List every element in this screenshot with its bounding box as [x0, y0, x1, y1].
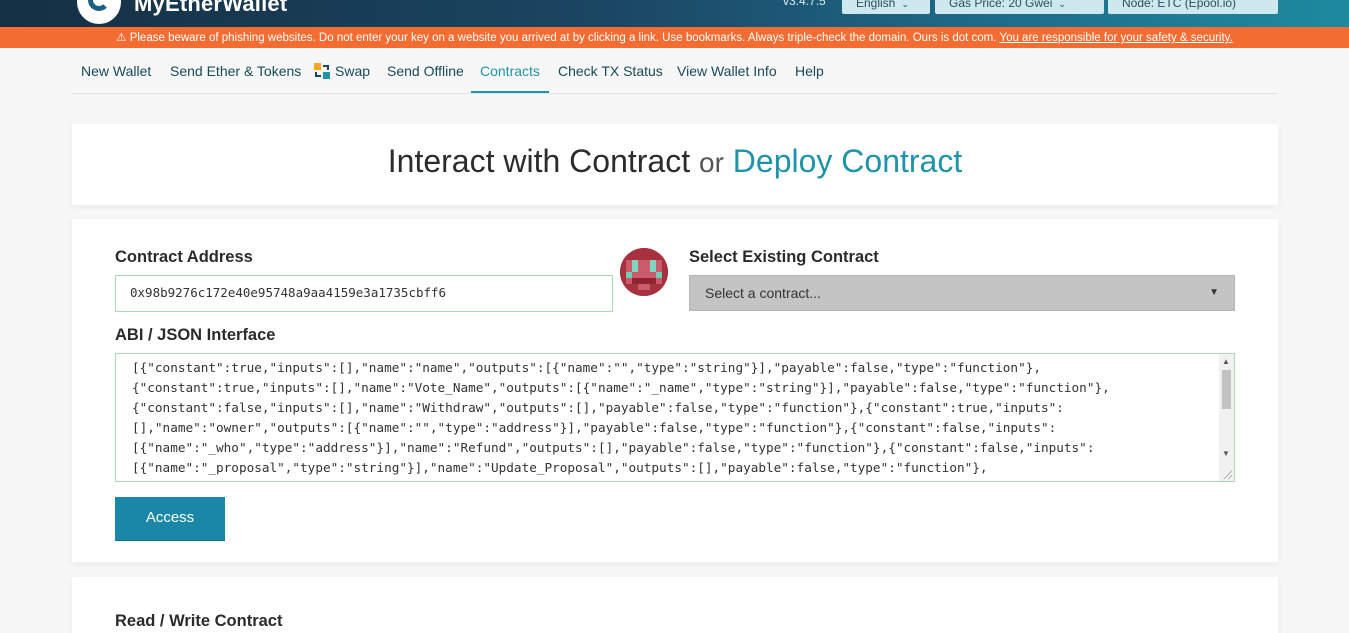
nav-view-wallet-info[interactable]: View Wallet Info [677, 63, 777, 79]
contract-address-label: Contract Address [115, 248, 253, 266]
warning-text: ⚠ Please beware of phishing websites. Do… [116, 32, 997, 44]
language-dropdown[interactable]: English ⌄ [842, 0, 930, 14]
select-contract-label: Select Existing Contract [689, 248, 879, 266]
nav-send-offline[interactable]: Send Offline [387, 63, 464, 79]
nav-help[interactable]: Help [795, 63, 824, 79]
scroll-up-arrow-icon[interactable]: ▲ [1222, 357, 1230, 366]
read-write-card: Read / Write Contract [72, 577, 1278, 633]
active-tab-underline [471, 91, 549, 93]
title-card: Interact with Contract or Deploy Contrac… [72, 124, 1278, 205]
contract-address-input[interactable]: 0x98b9276c172e40e95748a9aa4159e3a1735cbf… [115, 275, 613, 312]
abi-textarea[interactable]: [{"constant":true,"inputs":[],"name":"na… [115, 353, 1235, 482]
nav-send-ether-tokens[interactable]: Send Ether & Tokens [170, 63, 301, 79]
nav-swap-label: Swap [335, 63, 371, 79]
top-header: MyEtherWallet v3.4.7.5 English ⌄ Gas Pric… [0, 0, 1349, 27]
safety-link[interactable]: You are responsible for your safety & se… [999, 32, 1232, 44]
select-contract-dropdown[interactable]: Select a contract... ▼ [689, 275, 1235, 311]
deploy-contract-link[interactable]: Deploy Contract [733, 143, 962, 179]
phishing-warning-banner: ⚠ Please beware of phishing websites. Do… [0, 27, 1349, 48]
logo-icon[interactable] [77, 0, 121, 24]
nav-contracts[interactable]: Contracts [480, 63, 540, 79]
resize-handle-icon[interactable] [1223, 470, 1232, 479]
scroll-thumb[interactable] [1222, 370, 1231, 409]
nav-swap[interactable]: Swap [314, 63, 370, 79]
abi-scrollbar[interactable]: ▲ ▼ [1219, 354, 1234, 481]
chevron-down-icon: ⌄ [1058, 0, 1066, 9]
access-button[interactable]: Access [115, 497, 225, 541]
chevron-down-icon: ⌄ [901, 0, 909, 9]
gas-price-label: Gas Price: 20 Gwei [949, 0, 1053, 10]
address-identicon [620, 248, 668, 296]
caret-down-icon: ▼ [1209, 287, 1219, 298]
main-nav: New Wallet Send Ether & Tokens Swap Send… [72, 48, 1278, 94]
or-text: or [699, 147, 724, 178]
abi-label: ABI / JSON Interface [115, 326, 276, 344]
gas-price-dropdown[interactable]: Gas Price: 20 Gwei ⌄ [935, 0, 1104, 14]
version-label: v3.4.7.5 [783, 0, 826, 8]
scroll-down-arrow-icon[interactable]: ▼ [1222, 449, 1230, 458]
language-label: English [856, 0, 896, 10]
nav-check-tx-status[interactable]: Check TX Status [558, 63, 663, 79]
nav-new-wallet[interactable]: New Wallet [81, 63, 151, 79]
contract-form-card: Contract Address 0x98b9276c172e40e95748a… [72, 219, 1278, 562]
brand-name[interactable]: MyEtherWallet [134, 0, 287, 17]
read-write-title: Read / Write Contract [115, 612, 283, 630]
abi-text: [{"constant":true,"inputs":[],"name":"na… [132, 360, 1110, 475]
node-dropdown[interactable]: Node: ETC (Epool.io) [1108, 0, 1278, 14]
page-title: Interact with Contract or Deploy Contrac… [72, 124, 1278, 180]
select-contract-value: Select a contract... [705, 285, 821, 301]
swap-icon [314, 63, 330, 79]
interact-contract-title: Interact with Contract [387, 143, 691, 179]
node-label: Node: ETC (Epool.io) [1122, 0, 1237, 10]
